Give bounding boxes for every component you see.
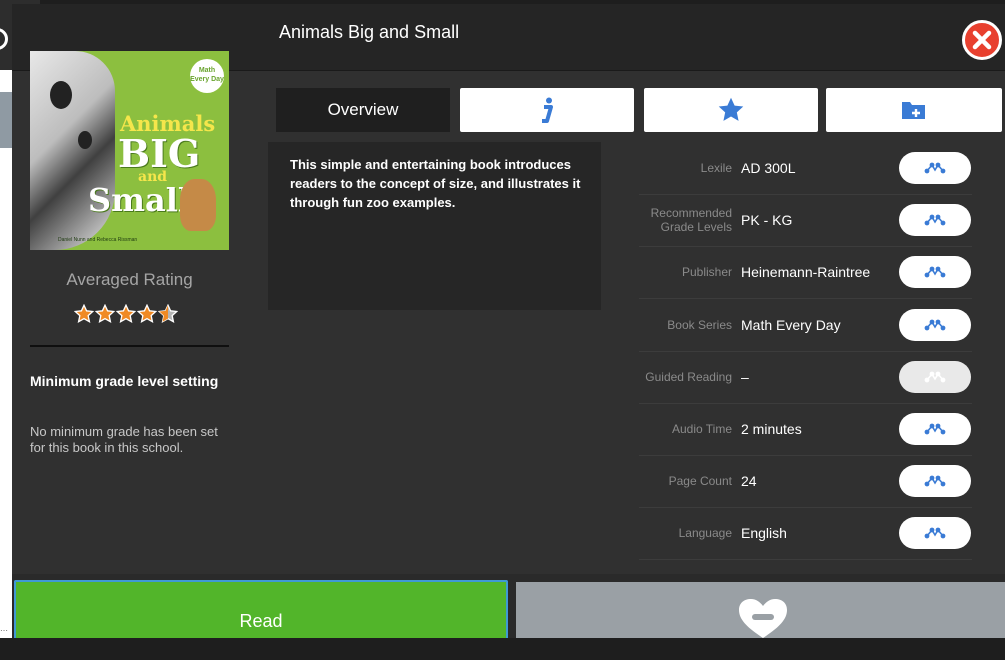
related-icon bbox=[924, 423, 946, 435]
related-icon bbox=[924, 371, 946, 383]
detail-row: Publisher Heinemann-Raintree bbox=[639, 246, 972, 300]
book-title: Animals Big and Small bbox=[279, 22, 460, 42]
detail-value: – bbox=[741, 368, 749, 385]
related-books-button[interactable] bbox=[899, 413, 971, 445]
related-icon bbox=[924, 266, 946, 278]
related-books-button[interactable] bbox=[899, 204, 971, 237]
detail-row: Book Series Math Every Day bbox=[639, 299, 972, 352]
read-button[interactable]: Read bbox=[14, 580, 508, 638]
rating-star-icon bbox=[116, 304, 136, 324]
detail-label: Language bbox=[678, 526, 732, 541]
related-icon bbox=[924, 319, 946, 330]
rating-star-icon bbox=[137, 304, 157, 324]
rating-label: Averaged Rating bbox=[66, 270, 193, 289]
related-books-button[interactable] bbox=[899, 465, 971, 498]
detail-row: Audio Time 2 minutes bbox=[639, 403, 972, 456]
related-books-button[interactable] bbox=[899, 152, 971, 184]
related-icon bbox=[924, 214, 946, 226]
tab-info[interactable] bbox=[460, 88, 634, 132]
cover-title-line: Small bbox=[88, 181, 191, 219]
detail-value: PK - KG bbox=[741, 212, 793, 229]
detail-label: Page Count bbox=[668, 474, 732, 489]
min-grade-heading: Minimum grade level setting bbox=[30, 373, 219, 389]
heart-minus-icon bbox=[739, 599, 787, 638]
info-icon bbox=[542, 97, 553, 123]
detail-row: Page Count 24 bbox=[639, 455, 972, 509]
rating-star-icon bbox=[74, 304, 94, 324]
related-books-button[interactable] bbox=[899, 308, 971, 341]
rating-stars bbox=[74, 304, 178, 324]
related-books-button bbox=[899, 360, 971, 393]
book-detail-modal: Animals Big and Small Math Every Day Ani… bbox=[12, 4, 1005, 638]
detail-label: Guided Reading bbox=[645, 369, 732, 384]
related-icon bbox=[924, 527, 946, 539]
detail-value: 2 minutes bbox=[741, 421, 802, 437]
rating-star-icon bbox=[158, 304, 178, 324]
star-icon bbox=[718, 97, 744, 121]
cover-series-badge: Math Every Day bbox=[190, 59, 224, 93]
tab-add-to-folder[interactable] bbox=[826, 88, 1002, 132]
detail-label: Book Series bbox=[667, 317, 732, 332]
cover-dog-image bbox=[30, 51, 115, 250]
divider bbox=[30, 345, 229, 347]
detail-label: Recommended Grade Levels bbox=[650, 206, 732, 235]
book-cover: Math Every Day Animals BIG and Small Dan… bbox=[30, 51, 229, 250]
detail-value: Math Every Day bbox=[741, 316, 841, 333]
remove-favorite-button[interactable] bbox=[516, 582, 1005, 638]
detail-value: Heinemann-Raintree bbox=[741, 264, 871, 281]
detail-label: Publisher bbox=[681, 265, 732, 280]
related-books-button[interactable] bbox=[899, 256, 971, 289]
cover-puppy-image bbox=[180, 179, 216, 231]
decorative-dots: ⋯ bbox=[0, 626, 8, 635]
detail-row: Language English bbox=[639, 507, 972, 561]
detail-value: AD 300L bbox=[741, 160, 796, 176]
description-text: This simple and entertaining book introd… bbox=[290, 157, 581, 210]
tab-favorite[interactable] bbox=[644, 88, 818, 132]
tab-overview[interactable]: Overview bbox=[276, 88, 450, 132]
folder-add-icon bbox=[902, 102, 925, 119]
related-books-button[interactable] bbox=[899, 517, 971, 550]
detail-label: Lexile bbox=[700, 161, 732, 175]
detail-value: 24 bbox=[741, 473, 757, 490]
rating-star-icon bbox=[95, 304, 115, 324]
related-icon bbox=[924, 162, 946, 174]
detail-value: English bbox=[741, 525, 787, 542]
min-grade-text: No minimum grade has been set for this b… bbox=[30, 424, 218, 455]
close-icon bbox=[972, 30, 992, 50]
detail-row: Recommended Grade Levels PK - KG bbox=[639, 194, 972, 248]
detail-row: Lexile AD 300L bbox=[639, 142, 972, 195]
detail-label: Audio Time bbox=[671, 422, 732, 436]
related-icon bbox=[924, 475, 946, 487]
detail-row: Guided Reading – bbox=[639, 351, 972, 404]
close-button[interactable] bbox=[962, 20, 1002, 60]
description-panel: This simple and entertaining book introd… bbox=[268, 142, 601, 310]
cover-authors: Daniel Nunn and Rebecca Rissman bbox=[58, 237, 138, 243]
